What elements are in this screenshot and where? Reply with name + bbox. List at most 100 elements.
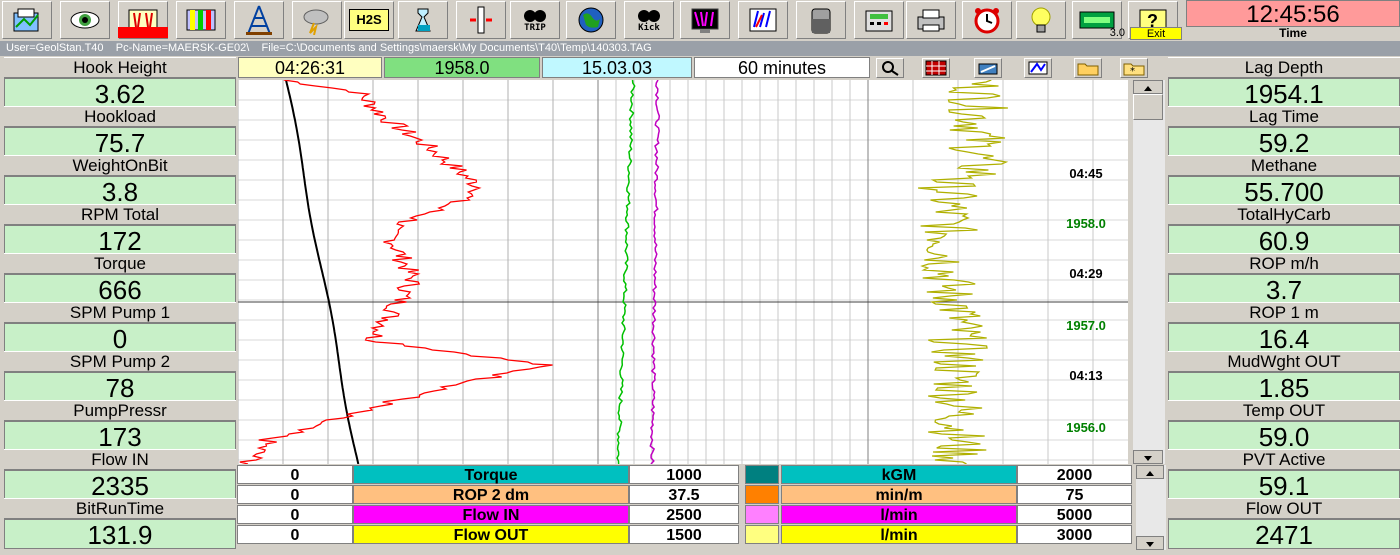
- calculator-button[interactable]: [854, 1, 904, 39]
- param-label[interactable]: ROP m/h: [1168, 253, 1400, 274]
- header-time-span[interactable]: 60 minutes: [694, 57, 870, 78]
- flask-button[interactable]: [398, 1, 448, 39]
- view-button[interactable]: [60, 1, 110, 39]
- clock-display: 12:45:56: [1186, 0, 1400, 28]
- open-folder-button[interactable]: [1074, 58, 1102, 78]
- param-label[interactable]: ROP 1 m: [1168, 302, 1400, 323]
- legend-scrollbar[interactable]: [1136, 465, 1166, 550]
- param-label[interactable]: RPM Total: [4, 204, 236, 225]
- tools-button[interactable]: [974, 58, 1002, 78]
- h2s-button[interactable]: H2S: [344, 1, 394, 39]
- param-label[interactable]: Torque: [4, 253, 236, 274]
- zoom-button[interactable]: [876, 58, 904, 78]
- printer-button[interactable]: [906, 1, 956, 39]
- version-label: 3.0: [1109, 27, 1125, 39]
- param-label[interactable]: TotalHyCarb: [1168, 204, 1400, 225]
- star-folder-button[interactable]: *: [1120, 58, 1148, 78]
- lightbulb-button[interactable]: [1016, 1, 1066, 39]
- grid-button[interactable]: [922, 58, 950, 78]
- chart-marker-label: 1956.0: [1066, 420, 1106, 435]
- legend-curve-name: Flow OUT: [353, 525, 629, 544]
- param-label[interactable]: SPM Pump 1: [4, 302, 236, 323]
- depth-icon: [470, 6, 492, 34]
- chart-header: 04:26:31 1958.0 15.03.03 60 minutes *: [238, 57, 1166, 79]
- monitor-button[interactable]: [680, 1, 730, 39]
- legend-min: 0: [237, 485, 353, 504]
- legend-max2: 2000: [1017, 465, 1132, 484]
- calculator-icon: [865, 10, 893, 32]
- param-value: 173: [4, 421, 236, 452]
- exit-button[interactable]: Exit: [1130, 27, 1182, 40]
- svg-text:*: *: [1130, 66, 1135, 76]
- param-value: 3.8: [4, 176, 236, 207]
- param-label[interactable]: PVT Active: [1168, 449, 1400, 470]
- right-param: Flow OUT 2471: [1168, 498, 1400, 550]
- left-param: Hook Height 3.62: [4, 57, 236, 109]
- param-label[interactable]: MudWght OUT: [1168, 351, 1400, 372]
- param-label[interactable]: Flow OUT: [1168, 498, 1400, 519]
- legend-color-swatch[interactable]: [745, 485, 779, 504]
- tank-button[interactable]: [796, 1, 846, 39]
- torque-curve: [616, 80, 636, 464]
- report-icon: [13, 8, 39, 32]
- param-label[interactable]: Lag Depth: [1168, 57, 1400, 78]
- right-param: TotalHyCarb 60.9: [1168, 204, 1400, 256]
- legend-row[interactable]: 0 Flow IN 2500 l/min 5000: [237, 505, 1132, 525]
- kick-button[interactable]: Kick: [624, 1, 674, 39]
- legend-scroll-up[interactable]: [1136, 465, 1164, 479]
- edit-chart-button[interactable]: [1024, 58, 1052, 78]
- depth-button[interactable]: [456, 1, 506, 39]
- param-label[interactable]: PumpPressr: [4, 400, 236, 421]
- param-value: 666: [4, 274, 236, 305]
- param-label[interactable]: WeightOnBit: [4, 155, 236, 176]
- rig-button[interactable]: [234, 1, 284, 39]
- right-param: ROP m/h 3.7: [1168, 253, 1400, 305]
- trip-icon: [524, 9, 546, 22]
- chart-marker-label: 1958.0: [1066, 216, 1106, 231]
- legend-unit: l/min: [781, 505, 1017, 524]
- param-label[interactable]: Flow IN: [4, 449, 236, 470]
- monitor-icon: [691, 8, 719, 33]
- legend-scroll-down[interactable]: [1136, 536, 1164, 550]
- layers-button[interactable]: [176, 1, 226, 39]
- legend-color-swatch[interactable]: [745, 525, 779, 544]
- alarm-clock-button[interactable]: [962, 1, 1012, 39]
- left-param: PumpPressr 173: [4, 400, 236, 452]
- param-label[interactable]: Temp OUT: [1168, 400, 1400, 421]
- alarm-clock-icon: [974, 8, 1000, 34]
- legend-row[interactable]: 0 Torque 1000 kGM 2000: [237, 465, 1132, 485]
- param-value: 2335: [4, 470, 236, 501]
- param-value: 1954.1: [1168, 78, 1400, 109]
- report-button[interactable]: [2, 1, 52, 39]
- weather-button[interactable]: [292, 1, 342, 39]
- param-value: 59.2: [1168, 127, 1400, 158]
- trip-button[interactable]: TRIP: [510, 1, 560, 39]
- kick-icon: [638, 9, 660, 22]
- plot-button[interactable]: [738, 1, 788, 39]
- param-label[interactable]: Hook Height: [4, 57, 236, 78]
- trip-label: TRIP: [524, 22, 546, 33]
- param-label[interactable]: Hookload: [4, 106, 236, 127]
- param-value: 59.0: [1168, 421, 1400, 452]
- scroll-up-arrow[interactable]: [1133, 80, 1163, 94]
- scroll-thumb[interactable]: [1133, 94, 1163, 120]
- legend-color-swatch[interactable]: [745, 465, 779, 484]
- rig-icon: [246, 5, 272, 35]
- legend-max: 1500: [629, 525, 739, 544]
- legend-row[interactable]: 0 ROP 2 dm 37.5 min/m 75: [237, 485, 1132, 505]
- drilling-log-chart: 04:45 1958.0 04:29 1957.0 04:13 1956.0: [238, 80, 1128, 464]
- param-label[interactable]: Lag Time: [1168, 106, 1400, 127]
- header-date: 15.03.03: [542, 57, 692, 78]
- left-param: SPM Pump 2 78: [4, 351, 236, 403]
- chart-scrollbar[interactable]: [1133, 80, 1165, 464]
- param-label[interactable]: SPM Pump 2: [4, 351, 236, 372]
- param-label[interactable]: BitRunTime: [4, 498, 236, 519]
- lightbulb-icon: [1031, 7, 1051, 33]
- param-value: 55.700: [1168, 176, 1400, 207]
- globe-button[interactable]: [566, 1, 616, 39]
- legend-row[interactable]: 0 Flow OUT 1500 l/min 3000: [237, 525, 1132, 545]
- param-value: 16.4: [1168, 323, 1400, 354]
- legend-color-swatch[interactable]: [745, 505, 779, 524]
- param-label[interactable]: Methane: [1168, 155, 1400, 176]
- scroll-down-arrow[interactable]: [1133, 450, 1163, 464]
